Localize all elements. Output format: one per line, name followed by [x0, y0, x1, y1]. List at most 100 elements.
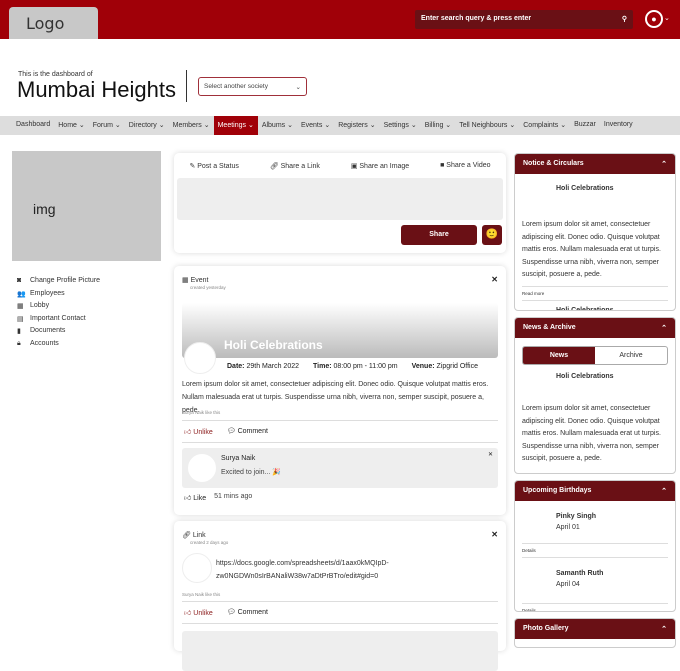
chevron-up-icon[interactable]: ⌃ [661, 487, 667, 495]
comment-author: Surya Naik [221, 455, 256, 462]
details-link[interactable]: Details [522, 543, 668, 557]
post-type-label: Link [192, 532, 206, 539]
chevron-down-icon[interactable]: ⌄ [664, 14, 670, 22]
tab-post-status[interactable]: ✎ Post a Status [189, 162, 238, 170]
link-url[interactable]: https://docs.google.com/spreadsheets/d/1… [216, 557, 389, 583]
comment-button[interactable]: 💬︎ Comment [227, 608, 268, 617]
search-placeholder: Enter search query & press enter [421, 15, 532, 22]
unlike-button[interactable]: 👍︎ Unlike [184, 608, 213, 617]
link-label: Documents [30, 327, 66, 335]
venue-label: Venue: [411, 363, 435, 370]
tab-archive[interactable]: Archive [595, 347, 667, 364]
link-important-contact[interactable]: ▤ Important Contact [17, 315, 100, 328]
time-label: Time: [313, 363, 332, 370]
post-type-label: Event [190, 277, 209, 284]
likes-text: Surya Naik like this [182, 410, 221, 415]
nav-buzzar[interactable]: Buzzar [570, 116, 600, 135]
nav-dashboard[interactable]: Dashboard [12, 116, 54, 135]
details-link[interactable]: Details [522, 603, 668, 611]
calendar-icon: ▦ [182, 277, 191, 284]
main-nav: Dashboard Home ⌄ Forum ⌄ Directory ⌄ Mem… [0, 116, 680, 135]
nav-complaints[interactable]: Complaints ⌄ [519, 116, 570, 135]
thumbs-up-icon: 👍︎ [184, 610, 194, 617]
logo[interactable]: Logo [9, 7, 98, 39]
close-icon[interactable]: ✕ [488, 451, 493, 458]
nav-registers[interactable]: Registers ⌄ [334, 116, 379, 135]
panel-title: Photo Gallery [523, 625, 569, 632]
link-label: Important Contact [30, 314, 86, 322]
search-icon[interactable]: ⚲ [622, 15, 627, 24]
link-label: Change Profile Picture [30, 277, 101, 284]
event-description: Lorem ipsum dolor sit amet, consectetuer… [182, 381, 489, 414]
comment-icon: 💬︎ [226, 428, 238, 435]
comment-item [182, 631, 498, 671]
link-employees[interactable]: 👥 Employees [17, 290, 100, 303]
tab-news[interactable]: News [523, 347, 595, 364]
panel-header[interactable]: Photo Gallery ⌃ [515, 619, 675, 639]
post-type: 🔗︎ Link [182, 531, 206, 539]
tab-share-link[interactable]: 🔗︎ Share a Link [270, 162, 320, 170]
panel-header[interactable]: News & Archive ⌃ [515, 318, 675, 338]
birthday-name: Pinky Singh [556, 513, 597, 520]
link-lobby[interactable]: ▦ Lobby [17, 302, 100, 315]
birthdays-panel: Upcoming Birthdays ⌃ Pinky Singh April 01 … [514, 480, 676, 612]
post-created: created 2 days ago [190, 540, 229, 545]
file-icon: ▮ [17, 328, 21, 336]
chevron-up-icon[interactable]: ⌃ [661, 625, 667, 633]
nav-directory[interactable]: Directory ⌄ [125, 116, 169, 135]
notices-panel: Notice & Circulars ⌃ Holi Celebrations Lo… [514, 153, 676, 311]
search-input[interactable]: Enter search query & press enter ⚲ [415, 10, 633, 29]
building-icon: ▦ [17, 303, 24, 311]
nav-events[interactable]: Events ⌄ [297, 116, 334, 135]
like-button[interactable]: 👍︎ Like [184, 493, 206, 502]
share-button[interactable]: Share [401, 225, 477, 245]
nav-tell-neighbours[interactable]: Tell Neighbours ⌄ [455, 116, 519, 135]
tab-share-image[interactable]: ▣ Share an Image [351, 162, 409, 170]
link-label: Employees [30, 289, 65, 297]
divider [186, 70, 187, 102]
nav-settings[interactable]: Settings ⌄ [380, 116, 421, 135]
close-icon[interactable]: ✕ [491, 275, 498, 284]
link-change-profile-picture[interactable]: ◙ Change Profile Picture [17, 277, 100, 290]
comment-text: Excited to join... 🎉 [221, 469, 282, 476]
notice-text: Lorem ipsum dolor sit amet, consectetuer… [522, 221, 661, 279]
nav-members[interactable]: Members ⌄ [169, 116, 214, 135]
likes-text: Surya Naik like this [182, 592, 221, 597]
nav-home[interactable]: Home ⌄ [54, 116, 88, 135]
nav-inventory[interactable]: Inventory [600, 116, 637, 135]
link-accounts[interactable]: 🔒︎ Accounts [17, 340, 100, 353]
panel-header[interactable]: Upcoming Birthdays ⌃ [515, 481, 675, 501]
users-icon: 👥 [17, 290, 26, 298]
close-icon[interactable]: ✕ [491, 530, 498, 539]
link-icon: 🔗︎ [182, 532, 193, 539]
read-more-link[interactable]: Read more [522, 285, 668, 300]
user-avatar-icon[interactable]: ● [645, 10, 663, 28]
thumbs-up-icon: 👍︎ [184, 495, 194, 502]
nav-meetings[interactable]: Meetings ⌄ [213, 116, 258, 135]
commenter-avatar [187, 453, 217, 483]
page-title: Mumbai Heights [17, 77, 176, 102]
event-title: Holi Celebrations [224, 338, 323, 352]
lock-icon: 🔒︎ [17, 339, 21, 347]
profile-links: ◙ Change Profile Picture 👥 Employees ▦ Lobb… [17, 277, 100, 353]
chevron-up-icon[interactable]: ⌃ [661, 160, 667, 168]
status-textarea[interactable] [177, 178, 503, 220]
chevron-up-icon[interactable]: ⌃ [661, 324, 667, 332]
tab-label: Share a Link [280, 163, 320, 170]
news-text: Lorem ipsum dolor sit amet, consectetuer… [522, 405, 661, 463]
nav-forum[interactable]: Forum ⌄ [89, 116, 125, 135]
nav-billing[interactable]: Billing ⌄ [421, 116, 456, 135]
comment-label: Comment [237, 428, 268, 435]
society-select[interactable]: Select another society ⌄ [198, 77, 307, 96]
comment-item: Surya Naik Excited to join... 🎉 ✕ [182, 448, 498, 488]
comment-button[interactable]: 💬︎ Comment [227, 427, 268, 436]
comment-label: Comment [237, 609, 268, 616]
unlike-button[interactable]: 👍︎ Unlike [184, 427, 213, 436]
emoji-button[interactable]: 🙂 [482, 225, 502, 245]
link-documents[interactable]: ▮ Documents [17, 327, 100, 340]
address-book-icon: ▤ [17, 315, 24, 323]
nav-albums[interactable]: Albums ⌄ [258, 116, 297, 135]
tab-share-video[interactable]: ■ Share a Video [440, 162, 490, 170]
panel-header[interactable]: Notice & Circulars ⌃ [515, 154, 675, 174]
comment-time: 51 mins ago [214, 493, 253, 500]
